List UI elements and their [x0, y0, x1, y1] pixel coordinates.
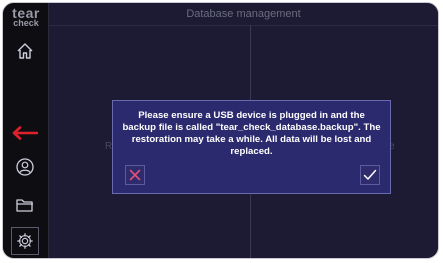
restore-confirmation-dialog: Please ensure a USB device is plugged in…: [112, 100, 391, 194]
page-title: Database management: [49, 3, 438, 26]
close-icon: [129, 169, 141, 181]
cancel-button[interactable]: [125, 165, 145, 185]
user-icon[interactable]: [11, 153, 39, 181]
logo-text-line2: check: [13, 18, 39, 28]
folder-icon[interactable]: [11, 191, 39, 219]
back-arrow-icon[interactable]: [11, 119, 39, 147]
app-logo: tear check: [9, 5, 43, 28]
logo-text-line1: tear: [12, 5, 40, 21]
home-icon[interactable]: [11, 37, 39, 65]
gear-icon[interactable]: [11, 227, 39, 255]
dialog-message: Please ensure a USB device is plugged in…: [122, 110, 381, 157]
confirm-button[interactable]: [360, 165, 380, 185]
check-icon: [363, 169, 377, 180]
device-screen: tear check Database management R e Pleas…: [2, 2, 439, 259]
sidebar: tear check: [3, 3, 49, 258]
